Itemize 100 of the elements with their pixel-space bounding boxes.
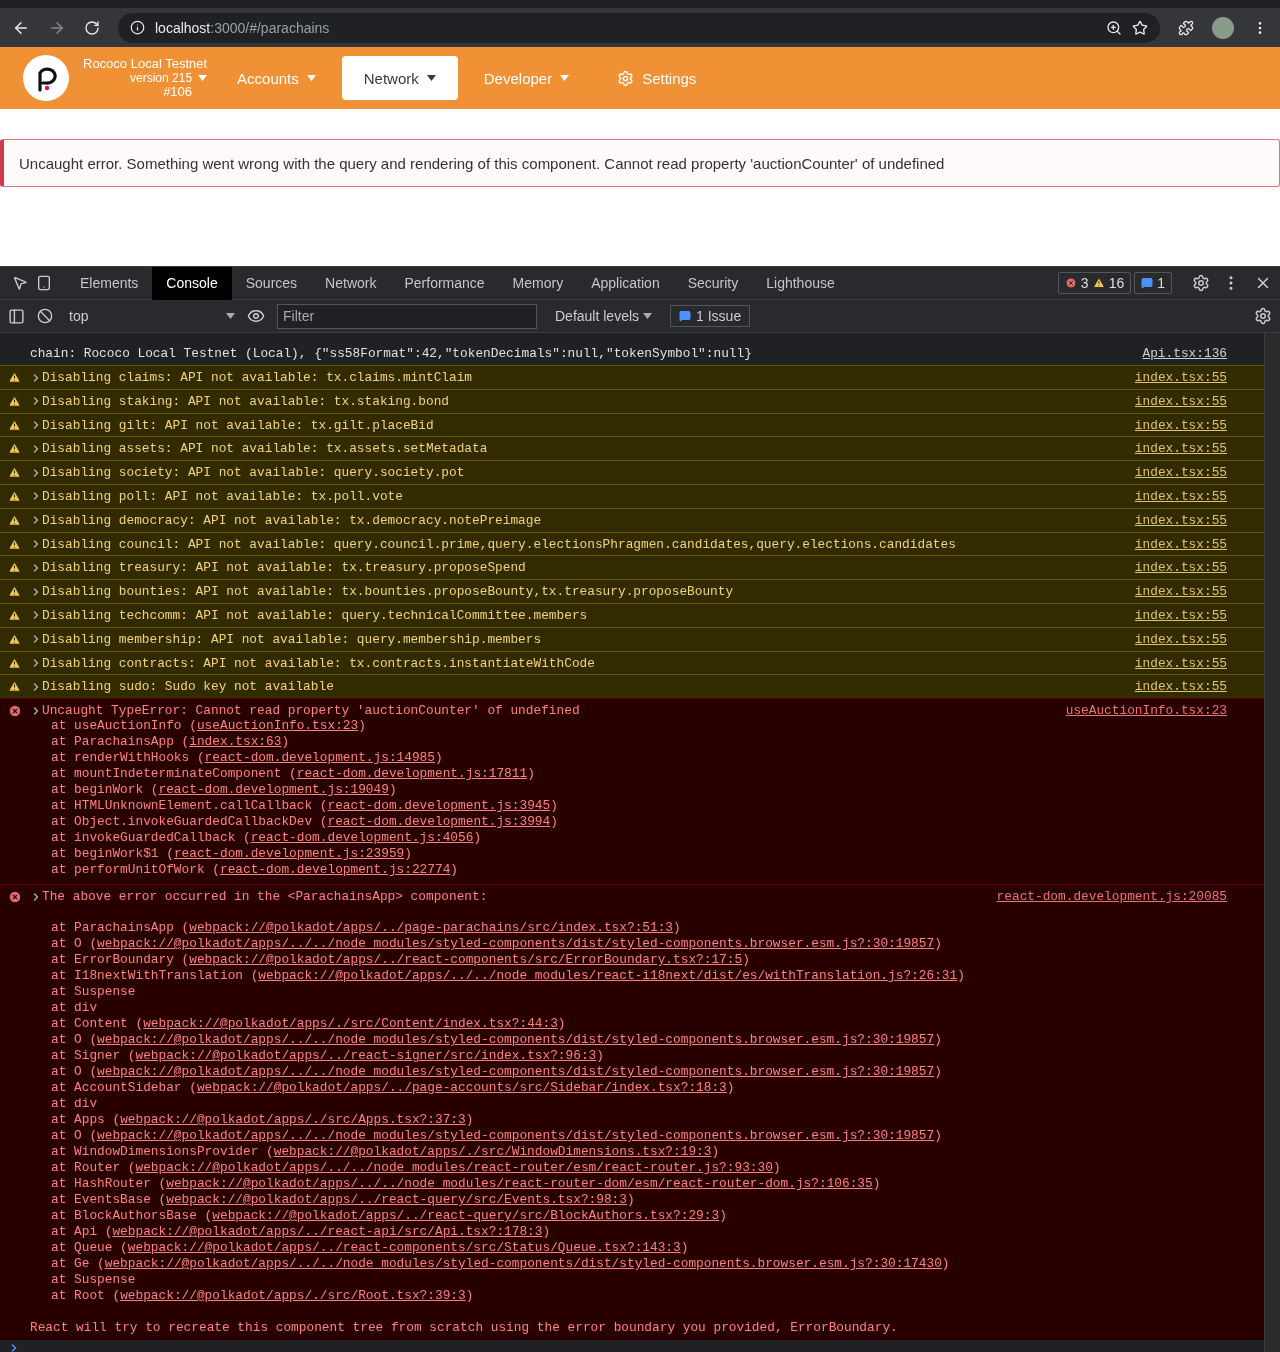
- address-bar[interactable]: localhost:3000/#/parachains: [118, 12, 1160, 43]
- stack-frame-link[interactable]: react-dom.development.js:3945: [327, 798, 551, 815]
- closing-paren: ): [772, 1160, 781, 1177]
- stack-frame-text: at HTMLUnknownElement.callCallback (: [51, 798, 328, 815]
- stack-frame-link[interactable]: react-dom.development.js:22774: [219, 862, 451, 879]
- source-link[interactable]: index.tsx:55: [1134, 465, 1227, 481]
- clear-icon[interactable]: [37, 308, 53, 324]
- source-link[interactable]: index.tsx:55: [1134, 631, 1227, 647]
- stack-frame-link[interactable]: webpack://@polkadot/apps/../../node_modules/react-router/esm/react-router.js?:93:30: [135, 1160, 773, 1177]
- source-link[interactable]: index.tsx:55: [1134, 489, 1227, 504]
- source-link[interactable]: useAuctionInfo.tsx:23: [1065, 703, 1227, 719]
- eye-icon[interactable]: [247, 307, 265, 325]
- source-link[interactable]: index.tsx:55: [1134, 607, 1227, 623]
- inspect-icon[interactable]: [12, 275, 28, 291]
- source-link[interactable]: index.tsx:55: [1134, 512, 1227, 528]
- stack-frame-link[interactable]: webpack://@polkadot/apps/../../node_modules/styled-components/dist/styled-components.browser.esm.js?:30:19857: [97, 936, 935, 953]
- warning-icon: [8, 680, 21, 694]
- devtools-tab[interactable]: Sources: [231, 267, 312, 300]
- stack-frame-link[interactable]: webpack://@polkadot/apps/../../node_modules/styled-components/dist/styled-components.browser.esm.js?:30:17430: [104, 1256, 942, 1273]
- stack-frame-text: at O (: [51, 1128, 98, 1145]
- devtools-tab[interactable]: Network: [311, 267, 391, 300]
- source-link[interactable]: index.tsx:55: [1134, 370, 1227, 385]
- source-link[interactable]: index.tsx:55: [1134, 417, 1227, 433]
- stack-frame-text: at Ge (: [51, 1256, 105, 1273]
- console-message: Disabling poll: API not available: tx.poll.vote: [42, 489, 403, 504]
- stack-frame-link[interactable]: webpack://@polkadot/apps/../react-signer/src/index.tsx?:96:3: [135, 1048, 597, 1065]
- stack-frame-text: at O (: [51, 1064, 98, 1081]
- stack-frame-link[interactable]: webpack://@polkadot/apps/../../node_modules/react-i18next/dist/es/withTranslation.js?:26:31: [258, 968, 958, 985]
- devtools-tab[interactable]: Performance: [390, 267, 499, 300]
- stack-frame-link[interactable]: react-dom.development.js:23959: [173, 846, 405, 863]
- stack-frame-link[interactable]: webpack://@polkadot/apps/./src/Apps.tsx?:37:3: [120, 1112, 466, 1129]
- stack-frame-link[interactable]: useAuctionInfo.tsx:23: [196, 718, 359, 735]
- stack-frame-link[interactable]: webpack://@polkadot/apps/./src/Content/index.tsx?:44:3: [143, 1016, 558, 1033]
- source-link[interactable]: index.tsx:55: [1134, 536, 1227, 552]
- profile-avatar[interactable]: [1212, 16, 1234, 39]
- error-count: 3: [1080, 275, 1089, 291]
- source-link[interactable]: index.tsx:55: [1134, 393, 1227, 409]
- settings-icon[interactable]: [1254, 307, 1272, 325]
- stack-frame-link[interactable]: react-dom.development.js:17811: [296, 766, 528, 783]
- source-link[interactable]: index.tsx:55: [1134, 441, 1227, 457]
- stack-frame-link[interactable]: react-dom.development.js:14985: [204, 750, 435, 767]
- levels-dropdown[interactable]: Default levels: [549, 307, 659, 325]
- source-link[interactable]: index.tsx:55: [1134, 679, 1227, 695]
- source-link[interactable]: Api.tsx:136: [1142, 346, 1227, 361]
- devtools-tab[interactable]: Lighthouse: [752, 267, 849, 300]
- zoom-icon[interactable]: [1106, 19, 1122, 36]
- stack-frame-link[interactable]: webpack://@polkadot/apps/../../node_modules/styled-components/dist/styled-components.browser.esm.js?:30:19857: [97, 1064, 935, 1081]
- stack-frame-link[interactable]: webpack://@polkadot/apps/../page-accounts/src/Sidebar/index.tsx?:18:3: [196, 1080, 727, 1097]
- info-icon[interactable]: [130, 20, 145, 35]
- extensions-icon[interactable]: [1178, 19, 1194, 36]
- stack-frame-link[interactable]: webpack://@polkadot/apps/../react-query/src/Events.tsx?:98:3: [166, 1192, 627, 1209]
- device-icon[interactable]: [36, 275, 52, 291]
- issues-button[interactable]: 1 Issue: [670, 305, 751, 327]
- stack-frame-link[interactable]: react-dom.development.js:19049: [158, 782, 389, 799]
- stack-frame-link[interactable]: webpack://@polkadot/apps/../react-query/src/BlockAuthors.tsx?:29:3: [212, 1208, 720, 1225]
- source-link[interactable]: index.tsx:55: [1134, 584, 1227, 600]
- console-message: The above error occurred in the <ParachainsApp> component:: [42, 889, 488, 905]
- filter-field[interactable]: Filter: [277, 303, 537, 329]
- caret-icon: [560, 75, 570, 81]
- source-link[interactable]: react-dom.development.js:20085: [996, 889, 1227, 905]
- stack-frame-link[interactable]: webpack://@polkadot/apps/../react-api/src/Api.tsx?:178:3: [112, 1224, 543, 1241]
- devtools-tab[interactable]: Memory: [498, 267, 578, 300]
- stack-frame-link[interactable]: webpack://@polkadot/apps/../react-components/src/Status/Queue.tsx?:143:3: [127, 1240, 681, 1257]
- nav-menu-button[interactable]: Network: [341, 56, 458, 100]
- devtools-tab[interactable]: Elements: [66, 267, 153, 300]
- stack-frame-text: at useAuctionInfo (: [51, 718, 197, 735]
- stack-frame-text: at div: [51, 1096, 98, 1113]
- console-message: Disabling techcomm: API not available: query.technicalCommittee.members: [42, 607, 588, 623]
- devtools-tab[interactable]: Security: [673, 267, 753, 300]
- source-link[interactable]: index.tsx:55: [1134, 560, 1227, 576]
- sidebar-icon[interactable]: [8, 307, 25, 325]
- stack-frame-text: at Root (: [51, 1288, 121, 1305]
- devtools-tab[interactable]: Application: [577, 267, 674, 300]
- scrollbar[interactable]: [1264, 333, 1280, 1352]
- reload-icon[interactable]: [84, 19, 100, 36]
- caret-icon: [426, 75, 436, 81]
- devtools-tab[interactable]: Console: [152, 267, 232, 300]
- stack-frame-link[interactable]: webpack://@polkadot/apps/../react-components/src/ErrorBoundary.tsx?:17:5: [189, 952, 743, 969]
- closing-paren: ): [673, 920, 681, 937]
- stack-frame-link[interactable]: webpack://@polkadot/apps/../page-parachains/src/index.tsx?:51:3: [189, 920, 674, 937]
- issues-count[interactable]: 1: [1134, 272, 1172, 294]
- star-icon[interactable]: [1132, 19, 1148, 36]
- console-message: Disabling membership: API not available: query.membership.members: [42, 631, 542, 647]
- source-link[interactable]: index.tsx:55: [1134, 655, 1227, 671]
- stack-frame-link[interactable]: webpack://@polkadot/apps/../../node_modules/styled-components/dist/styled-components.browser.esm.js?:30:19857: [97, 1128, 935, 1145]
- stack-frame-link[interactable]: webpack://@polkadot/apps/./src/Root.tsx?:39:3: [120, 1288, 466, 1305]
- stack-frame-link[interactable]: index.tsx:63: [189, 734, 282, 751]
- stack-frame-link[interactable]: webpack://@polkadot/apps/../../node_modules/react-router-dom/esm/react-router-dom.js?:106:35: [166, 1176, 873, 1193]
- stack-frame-link[interactable]: react-dom.development.js:3994: [327, 814, 551, 831]
- context-select[interactable]: top: [65, 308, 235, 324]
- message-counts[interactable]: 3 16: [1057, 272, 1132, 294]
- stack-frame-link[interactable]: react-dom.development.js:4056: [250, 830, 474, 847]
- stack-frame-link[interactable]: webpack://@polkadot/apps/./src/WindowDimensions.tsx?:19:3: [273, 1144, 712, 1161]
- stack-frame-link[interactable]: webpack://@polkadot/apps/../../node_modules/styled-components/dist/styled-components.browser.esm.js?:30:19857: [97, 1032, 935, 1049]
- warning-icon: [8, 490, 21, 503]
- stack-frame-text: at BlockAuthorsBase (: [51, 1208, 213, 1225]
- stack-frame-text: at AccountSidebar (: [51, 1080, 197, 1097]
- settings-icon[interactable]: [1192, 274, 1210, 292]
- warning-icon: [8, 442, 21, 456]
- stack-frame-text: at WindowDimensionsProvider (: [51, 1144, 274, 1161]
